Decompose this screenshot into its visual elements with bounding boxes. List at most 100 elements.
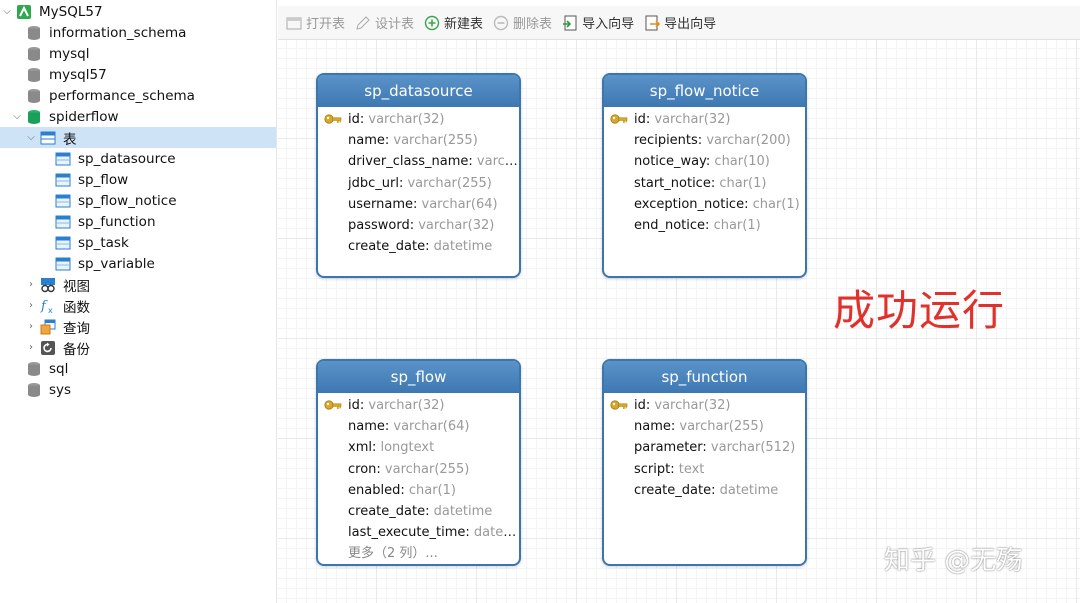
tree-node-tables[interactable]: ⌵ 表 xyxy=(0,127,276,148)
tree-db-spiderflow[interactable]: ⌵ spiderflow xyxy=(0,106,276,127)
tree-table-sp-task[interactable]: sp_task xyxy=(0,232,276,253)
field-name: name xyxy=(348,133,385,149)
table-label: sp_task xyxy=(78,234,129,251)
tree-connection-mysql57[interactable]: ⌵ MySQL57 xyxy=(0,1,276,22)
chevron-right-icon[interactable]: › xyxy=(26,300,36,311)
tree-table-sp-datasource[interactable]: sp_datasource xyxy=(0,148,276,169)
tree-table-sp-function[interactable]: sp_function xyxy=(0,211,276,232)
er-field[interactable]: jdbc_url: varchar(255) xyxy=(318,173,519,194)
tree-table-sp-flow[interactable]: sp_flow xyxy=(0,169,276,190)
er-table-title[interactable]: sp_flow_notice xyxy=(604,75,805,107)
er-table-title[interactable]: sp_datasource xyxy=(318,75,519,107)
tree-db-mysql57[interactable]: mysql57 xyxy=(0,64,276,85)
field-type: varchar(32) xyxy=(418,217,495,233)
tree-table-sp-variable[interactable]: sp_variable xyxy=(0,253,276,274)
er-field[interactable]: name: varchar(64) xyxy=(318,416,519,437)
field-name: username xyxy=(348,196,413,212)
new-table-button[interactable]: 新建表 xyxy=(424,13,483,32)
chevron-down-icon[interactable]: ⌵ xyxy=(12,111,22,122)
database-open-icon xyxy=(28,109,40,124)
er-field[interactable]: create_date: datetime xyxy=(318,236,519,257)
er-field[interactable]: create_date: datetime xyxy=(318,501,519,522)
primary-key-icon xyxy=(610,400,628,410)
database-icon xyxy=(28,382,40,397)
chevron-right-icon[interactable]: › xyxy=(26,321,36,332)
field-type: varchar(255) xyxy=(393,133,478,149)
er-table-card[interactable]: sp_function id: varchar(32) name: varchar… xyxy=(602,359,807,566)
table-label: sp_variable xyxy=(78,255,155,272)
er-field[interactable]: name: varchar(255) xyxy=(604,416,805,437)
er-field[interactable]: username: varchar(64) xyxy=(318,194,519,215)
er-field[interactable]: notice_way: char(10) xyxy=(604,151,805,172)
tree-table-sp-flow-notice[interactable]: sp_flow_notice xyxy=(0,190,276,211)
primary-key-icon xyxy=(324,114,342,124)
field-separator: : xyxy=(702,440,711,456)
open-table-button[interactable]: 打开表 xyxy=(286,13,345,32)
field-type: varchar(32) xyxy=(654,112,731,127)
chevron-right-icon[interactable]: › xyxy=(26,342,36,353)
er-table-title[interactable]: sp_flow xyxy=(318,361,519,393)
field-type: varchar(255) xyxy=(407,175,492,191)
er-table-card[interactable]: sp_flow_notice id: varchar(32) recipients… xyxy=(602,73,807,278)
database-label: sql xyxy=(49,360,69,377)
export-icon xyxy=(645,15,661,30)
field-name: cron xyxy=(348,461,377,477)
more-columns-link[interactable]: 更多（2 列）... xyxy=(318,543,519,564)
delete-table-button[interactable]: 删除表 xyxy=(493,13,552,32)
field-name: password xyxy=(348,217,410,233)
er-primary-key-field[interactable]: id: varchar(32) xyxy=(604,395,805,416)
er-field[interactable]: xml: longtext xyxy=(318,437,519,458)
import-wizard-button[interactable]: 导入向导 xyxy=(562,13,634,32)
field-name: id xyxy=(348,398,360,413)
tree-db-mysql[interactable]: mysql xyxy=(0,43,276,64)
er-table-title[interactable]: sp_function xyxy=(604,361,805,393)
er-table-card[interactable]: sp_flow id: varchar(32) name: varchar(64)… xyxy=(316,359,521,566)
er-field[interactable]: script: text xyxy=(604,459,805,480)
er-field[interactable]: driver_class_name: varchar(255) xyxy=(318,151,519,172)
field-separator: : xyxy=(705,217,714,233)
er-field[interactable]: password: varchar(32) xyxy=(318,215,519,236)
er-field[interactable]: cron: varchar(255) xyxy=(318,459,519,480)
er-table-card[interactable]: sp_datasource id: varchar(32) name: varch… xyxy=(316,73,521,278)
er-field[interactable]: recipients: varchar(200) xyxy=(604,130,805,151)
er-field[interactable]: create_date: datetime xyxy=(604,480,805,501)
field-type: varchar(512) xyxy=(710,440,796,456)
field-separator: : xyxy=(400,482,409,498)
field-separator: : xyxy=(711,482,720,498)
er-field[interactable]: end_notice: char(1) xyxy=(604,215,805,236)
open-table-label: 打开表 xyxy=(306,17,346,32)
tables-node-label: 表 xyxy=(63,131,77,148)
field-type: varchar(32) xyxy=(368,398,445,413)
field-name: last_execute_time xyxy=(348,525,466,541)
field-name: name xyxy=(634,419,671,435)
field-name: notice_way xyxy=(634,154,706,170)
er-field[interactable]: parameter: varchar(512) xyxy=(604,437,805,458)
tree-db-sql[interactable]: sql xyxy=(0,358,276,379)
er-field[interactable]: name: varchar(255) xyxy=(318,130,519,151)
database-label: spiderflow xyxy=(49,108,119,125)
field-name: start_notice xyxy=(634,175,711,191)
tree-node-functions[interactable]: › fx 函数 xyxy=(0,295,276,316)
chevron-down-icon[interactable]: ⌵ xyxy=(26,132,36,143)
export-wizard-button[interactable]: 导出向导 xyxy=(644,13,716,32)
tree-db-performance-schema[interactable]: performance_schema xyxy=(0,85,276,106)
er-field[interactable]: last_execute_time: datetime xyxy=(318,522,519,543)
database-icon xyxy=(28,88,40,103)
tree-node-views[interactable]: › 视图 xyxy=(0,274,276,295)
er-primary-key-field[interactable]: id: varchar(32) xyxy=(604,109,805,130)
tree-db-sys[interactable]: sys xyxy=(0,379,276,400)
chevron-down-icon[interactable]: ⌵ xyxy=(2,6,12,17)
er-field[interactable]: start_notice: char(1) xyxy=(604,173,805,194)
er-field[interactable]: enabled: char(1) xyxy=(318,480,519,501)
er-field[interactable]: exception_notice: char(1) xyxy=(604,194,805,215)
er-primary-key-field[interactable]: id: varchar(32) xyxy=(318,109,519,130)
tree-node-queries[interactable]: › 查询 xyxy=(0,316,276,337)
tree-db-information-schema[interactable]: information_schema xyxy=(0,22,276,43)
er-primary-key-field[interactable]: id: varchar(32) xyxy=(318,395,519,416)
field-type: varchar(64) xyxy=(393,419,470,435)
design-table-button[interactable]: 设计表 xyxy=(355,13,414,32)
field-type: varchar(255) xyxy=(476,154,519,170)
field-type: char(1) xyxy=(713,217,761,233)
chevron-right-icon[interactable]: › xyxy=(26,279,36,290)
tree-node-backup[interactable]: › 备份 xyxy=(0,337,276,358)
